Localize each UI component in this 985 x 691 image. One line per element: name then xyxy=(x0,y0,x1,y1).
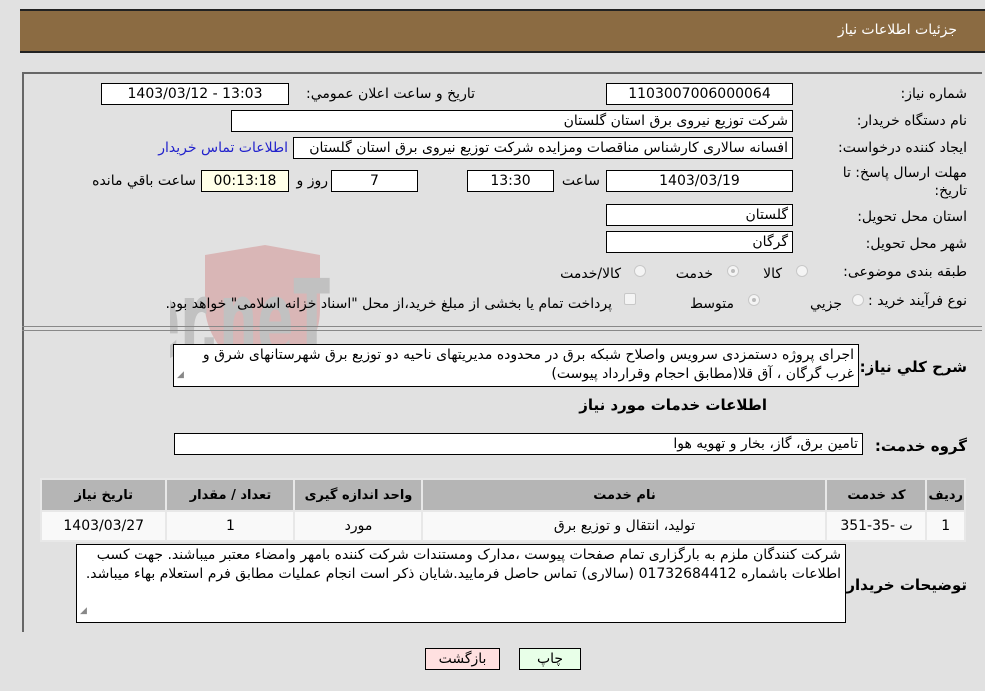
purchase-option-medium: متوسط xyxy=(690,296,734,312)
col-need-date: تاریخ نیاز xyxy=(42,480,166,510)
buyer-contact-link[interactable]: اطلاعات تماس خریدار xyxy=(158,140,288,156)
services-section-title: اطلاعات خدمات مورد نیاز xyxy=(579,396,767,414)
description-textarea[interactable]: اجرای پروژه دستمزدی سرویس واصلاح شبکه بر… xyxy=(173,344,859,387)
cell-unit: مورد xyxy=(295,512,422,540)
table-header-row: ردیف کد خدمت نام خدمت واحد اندازه گیری ت… xyxy=(42,480,964,510)
col-unit: واحد اندازه گیری xyxy=(295,480,422,510)
resize-grip-icon[interactable]: ◢ xyxy=(177,366,184,385)
category-radio-goods-service[interactable] xyxy=(634,265,646,277)
remaining-time-label: ساعت باقي مانده xyxy=(92,173,196,189)
description-text: اجرای پروژه دستمزدی سرویس واصلاح شبکه بر… xyxy=(202,347,854,382)
buyer-notes-text: شرکت کنندگان ملزم به بارگزاری تمام صفحات… xyxy=(85,547,841,582)
days-remaining-field[interactable]: 7 xyxy=(331,170,418,192)
city-field[interactable]: گرگان xyxy=(606,231,793,253)
divider xyxy=(22,330,982,331)
deadline-date-field[interactable]: 1403/03/19 xyxy=(606,170,793,192)
cell-service-code: ت -35-351 xyxy=(827,512,926,540)
col-quantity: تعداد / مقدار xyxy=(167,480,294,510)
service-group-field[interactable]: تامین برق، گاز، بخار و تهویه هوا xyxy=(174,433,863,455)
category-option-goods: کالا xyxy=(763,266,782,282)
col-row-number: ردیف xyxy=(927,480,964,510)
treasury-checkbox[interactable] xyxy=(624,293,636,305)
buyer-org-field[interactable]: شرکت توزیع نیروی برق استان گلستان xyxy=(231,110,793,132)
deadline-label: مهلت ارسال پاسخ: تا تاریخ: xyxy=(842,165,967,199)
need-number-field[interactable]: 1103007006000064 xyxy=(606,83,793,105)
remaining-time-field: 00:13:18 xyxy=(201,170,289,192)
buyer-notes-label: توضیحات خریدار: xyxy=(840,576,967,594)
col-service-name: نام خدمت xyxy=(423,480,826,510)
description-label: شرح کلي نیاز: xyxy=(859,358,967,376)
requester-field[interactable]: افسانه سالاری کارشناس مناقصات ومزایده شر… xyxy=(293,137,793,159)
purchase-radio-minor[interactable] xyxy=(852,294,864,306)
page-header: جزئیات اطلاعات نیاز xyxy=(20,9,985,53)
cell-quantity: 1 xyxy=(167,512,294,540)
category-radio-service[interactable] xyxy=(727,265,739,277)
deadline-time-field[interactable]: 13:30 xyxy=(467,170,554,192)
resize-grip-icon[interactable]: ◢ xyxy=(80,602,87,621)
province-label: استان محل تحویل: xyxy=(857,209,967,225)
deadline-time-label: ساعت xyxy=(561,173,600,189)
cell-need-date: 1403/03/27 xyxy=(42,512,166,540)
buyer-org-label: نام دستگاه خریدار: xyxy=(856,113,967,129)
requester-label: ایجاد کننده درخواست: xyxy=(838,140,967,156)
buyer-notes-textarea[interactable]: شرکت کنندگان ملزم به بارگزاری تمام صفحات… xyxy=(76,544,846,623)
purchase-type-label: نوع فرآیند خرید : xyxy=(868,293,967,309)
category-option-service: خدمت xyxy=(675,266,713,282)
announce-datetime-label: تاریخ و ساعت اعلان عمومي: xyxy=(306,86,475,102)
col-service-code: کد خدمت xyxy=(827,480,926,510)
cell-row-number: 1 xyxy=(927,512,964,540)
print-button[interactable]: چاپ xyxy=(519,648,581,670)
divider xyxy=(22,326,982,327)
category-label: طبقه بندی موضوعی: xyxy=(843,264,967,280)
service-group-label: گروه خدمت: xyxy=(874,437,967,455)
category-option-goods-service: کالا/خدمت xyxy=(560,266,621,282)
announce-datetime-field[interactable]: 1403/03/12 - 13:03 xyxy=(101,83,289,105)
days-label: روز و xyxy=(296,173,329,189)
services-table: ردیف کد خدمت نام خدمت واحد اندازه گیری ت… xyxy=(40,478,966,542)
purchase-option-minor: جزيي xyxy=(810,296,842,312)
city-label: شهر محل تحویل: xyxy=(865,236,967,252)
treasury-note: پرداخت تمام یا بخشی از مبلغ خرید،از محل … xyxy=(165,296,612,312)
purchase-radio-medium[interactable] xyxy=(748,294,760,306)
cell-service-name: تولید، انتقال و توزیع برق xyxy=(423,512,826,540)
category-radio-goods[interactable] xyxy=(796,265,808,277)
need-number-label: شماره نیاز: xyxy=(900,86,968,102)
table-row: 1 ت -35-351 تولید، انتقال و توزیع برق مو… xyxy=(42,512,964,540)
back-button[interactable]: بازگشت xyxy=(425,648,500,670)
page-title: جزئیات اطلاعات نیاز xyxy=(837,22,957,38)
province-field[interactable]: گلستان xyxy=(606,204,793,226)
